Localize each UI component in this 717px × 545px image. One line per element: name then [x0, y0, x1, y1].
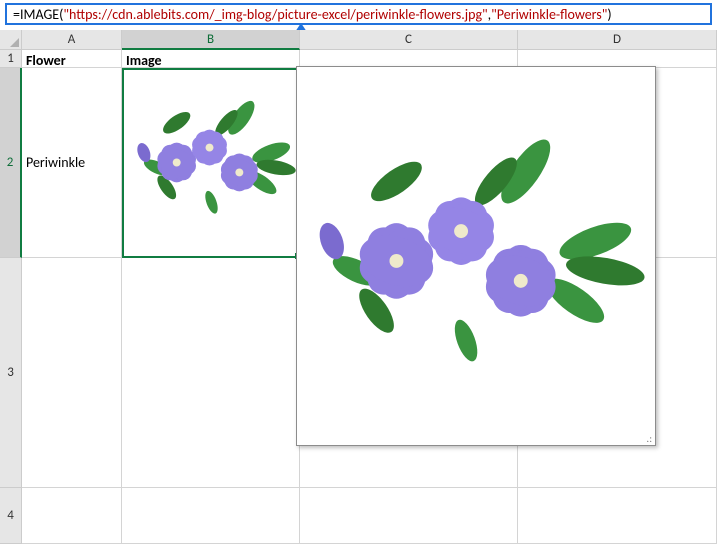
- cell-A1[interactable]: Flower: [22, 50, 122, 68]
- formula-bar[interactable]: =IMAGE("https://cdn.ablebits.com/_img-bl…: [5, 3, 712, 25]
- row-header-3[interactable]: 3: [0, 258, 22, 488]
- select-all-corner[interactable]: [0, 30, 22, 50]
- row-header-4[interactable]: 4: [0, 488, 22, 544]
- col-header-A[interactable]: A: [22, 30, 122, 50]
- formula-equals: =: [13, 6, 20, 23]
- row-header-1[interactable]: 1: [0, 50, 22, 68]
- col-header-B[interactable]: B: [122, 30, 300, 50]
- col-header-D[interactable]: D: [518, 30, 717, 50]
- resize-grip-icon[interactable]: . :: [647, 434, 651, 444]
- cell-A2[interactable]: Periwinkle: [22, 68, 122, 258]
- image-preview-flower-icon: [297, 67, 655, 445]
- formula-fn-open: IMAGE(: [20, 6, 63, 23]
- formula-arg1: "https://cdn.ablebits.com/_img-blog/pict…: [63, 6, 487, 23]
- cell-B3[interactable]: [122, 258, 300, 488]
- spreadsheet-grid: A B C D 1 2 3 4 Flower Image Periwinkle: [0, 30, 717, 545]
- cell-B4[interactable]: [122, 488, 300, 544]
- cell-C4[interactable]: [300, 488, 518, 544]
- image-preview-card[interactable]: . :: [296, 66, 656, 446]
- cell-A2-text: Periwinkle: [26, 154, 85, 171]
- cell-A3[interactable]: [22, 258, 122, 488]
- formula-fn-close: ): [607, 6, 611, 23]
- cell-B2[interactable]: [122, 68, 300, 258]
- cell-D4[interactable]: [518, 488, 717, 544]
- col-header-C[interactable]: C: [300, 30, 518, 50]
- cell-B1[interactable]: Image: [122, 50, 300, 68]
- formula-arg2: "Periwinkle-flowers": [491, 6, 607, 23]
- flower-image-icon: [122, 68, 299, 257]
- row-header-2[interactable]: 2: [0, 68, 22, 258]
- cell-A4[interactable]: [22, 488, 122, 544]
